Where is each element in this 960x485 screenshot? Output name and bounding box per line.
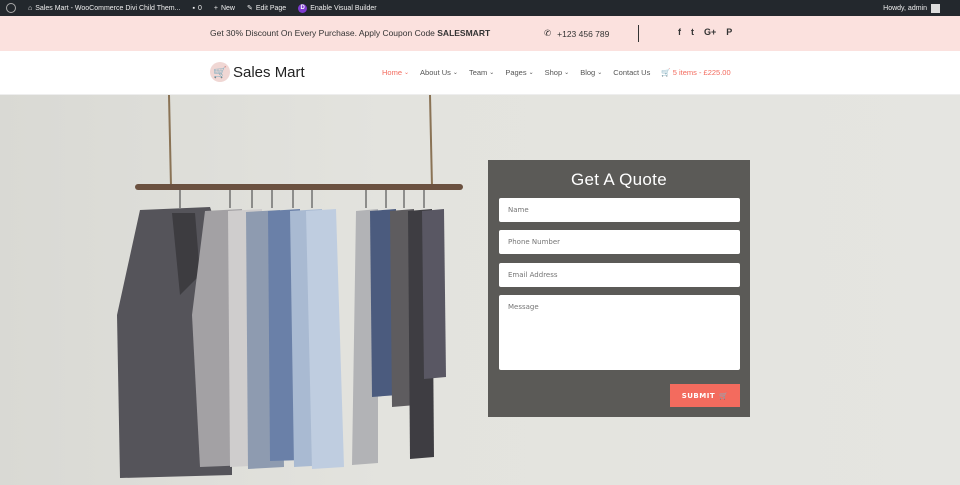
- main-nav: Home ⌄ About Us ⌄ Team ⌄ Pages ⌄ Shop ⌄ Blog ⌄…: [382, 68, 731, 77]
- twitter-icon[interactable]: t: [691, 27, 694, 37]
- admin-account-menu[interactable]: Howdy, admin: [883, 3, 960, 13]
- quote-form-title: Get A Quote: [571, 170, 667, 189]
- cart-logo-icon: 🛒: [210, 62, 230, 82]
- home-icon: ⌂: [28, 4, 33, 12]
- admin-comments-link[interactable]: ▪ 0: [186, 0, 207, 16]
- clothes-rack-illustration: [117, 95, 463, 478]
- phone-input[interactable]: [499, 230, 740, 254]
- promo-divider: [638, 25, 639, 42]
- name-input[interactable]: [499, 198, 740, 222]
- plus-icon: +: [213, 4, 218, 12]
- nav-item-team[interactable]: Team ⌄: [469, 68, 494, 77]
- promo-phone[interactable]: ✆ +123 456 789: [544, 28, 609, 39]
- email-input[interactable]: [499, 263, 740, 287]
- nav-item-pages[interactable]: Pages ⌄: [505, 68, 533, 77]
- facebook-icon[interactable]: f: [678, 27, 681, 37]
- phone-icon: ✆: [544, 28, 552, 38]
- avatar: [931, 3, 940, 13]
- header-cart-link[interactable]: 🛒 5 items - £225.00: [661, 68, 730, 77]
- message-textarea[interactable]: [499, 295, 740, 370]
- admin-new-link[interactable]: + New: [208, 0, 241, 16]
- chevron-down-icon: ⌄: [597, 70, 603, 76]
- nav-item-shop[interactable]: Shop ⌄: [545, 68, 570, 77]
- chevron-down-icon: ⌄: [564, 70, 570, 76]
- google-plus-icon[interactable]: G+: [704, 27, 716, 37]
- quote-form: Get A Quote SUBMIT 🛒: [488, 160, 750, 417]
- chevron-down-icon: ⌄: [528, 70, 534, 76]
- cart-icon: 🛒: [661, 68, 671, 77]
- submit-button[interactable]: SUBMIT 🛒: [670, 384, 740, 407]
- nav-item-about-us[interactable]: About Us ⌄: [420, 68, 458, 77]
- chevron-down-icon: ⌄: [489, 70, 495, 76]
- promo-bar: Get 30% Discount On Every Purchase. Appl…: [0, 16, 960, 51]
- pinterest-icon[interactable]: P: [726, 27, 732, 37]
- divi-icon: D: [298, 3, 308, 13]
- nav-item-blog[interactable]: Blog ⌄: [580, 68, 602, 77]
- chevron-down-icon: ⌄: [452, 70, 458, 76]
- admin-edit-page-link[interactable]: ✎ Edit Page: [241, 0, 292, 16]
- promo-message: Get 30% Discount On Every Purchase. Appl…: [210, 28, 491, 38]
- nav-item-home[interactable]: Home ⌄: [382, 68, 409, 77]
- admin-visual-builder-link[interactable]: D Enable Visual Builder: [292, 0, 382, 16]
- site-logo[interactable]: 🛒 Sales Mart: [210, 62, 305, 82]
- hero-section: [0, 95, 960, 485]
- pencil-icon: ✎: [246, 5, 253, 12]
- cart-icon: 🛒: [719, 391, 729, 400]
- nav-item-contact-us[interactable]: Contact Us: [613, 68, 650, 77]
- wp-admin-bar: ⌂ Sales Mart - WooCommerce Divi Child Th…: [0, 0, 960, 16]
- coupon-code: SALESMART: [437, 28, 491, 38]
- site-header: 🛒 Sales Mart Home ⌄ About Us ⌄ Team ⌄ Pages…: [0, 51, 960, 95]
- comment-icon: ▪: [192, 4, 195, 12]
- social-links: f t G+ P: [678, 27, 732, 37]
- admin-site-link[interactable]: ⌂ Sales Mart - WooCommerce Divi Child Th…: [22, 0, 186, 16]
- wordpress-logo-icon[interactable]: [0, 0, 22, 16]
- chevron-down-icon: ⌄: [404, 70, 410, 76]
